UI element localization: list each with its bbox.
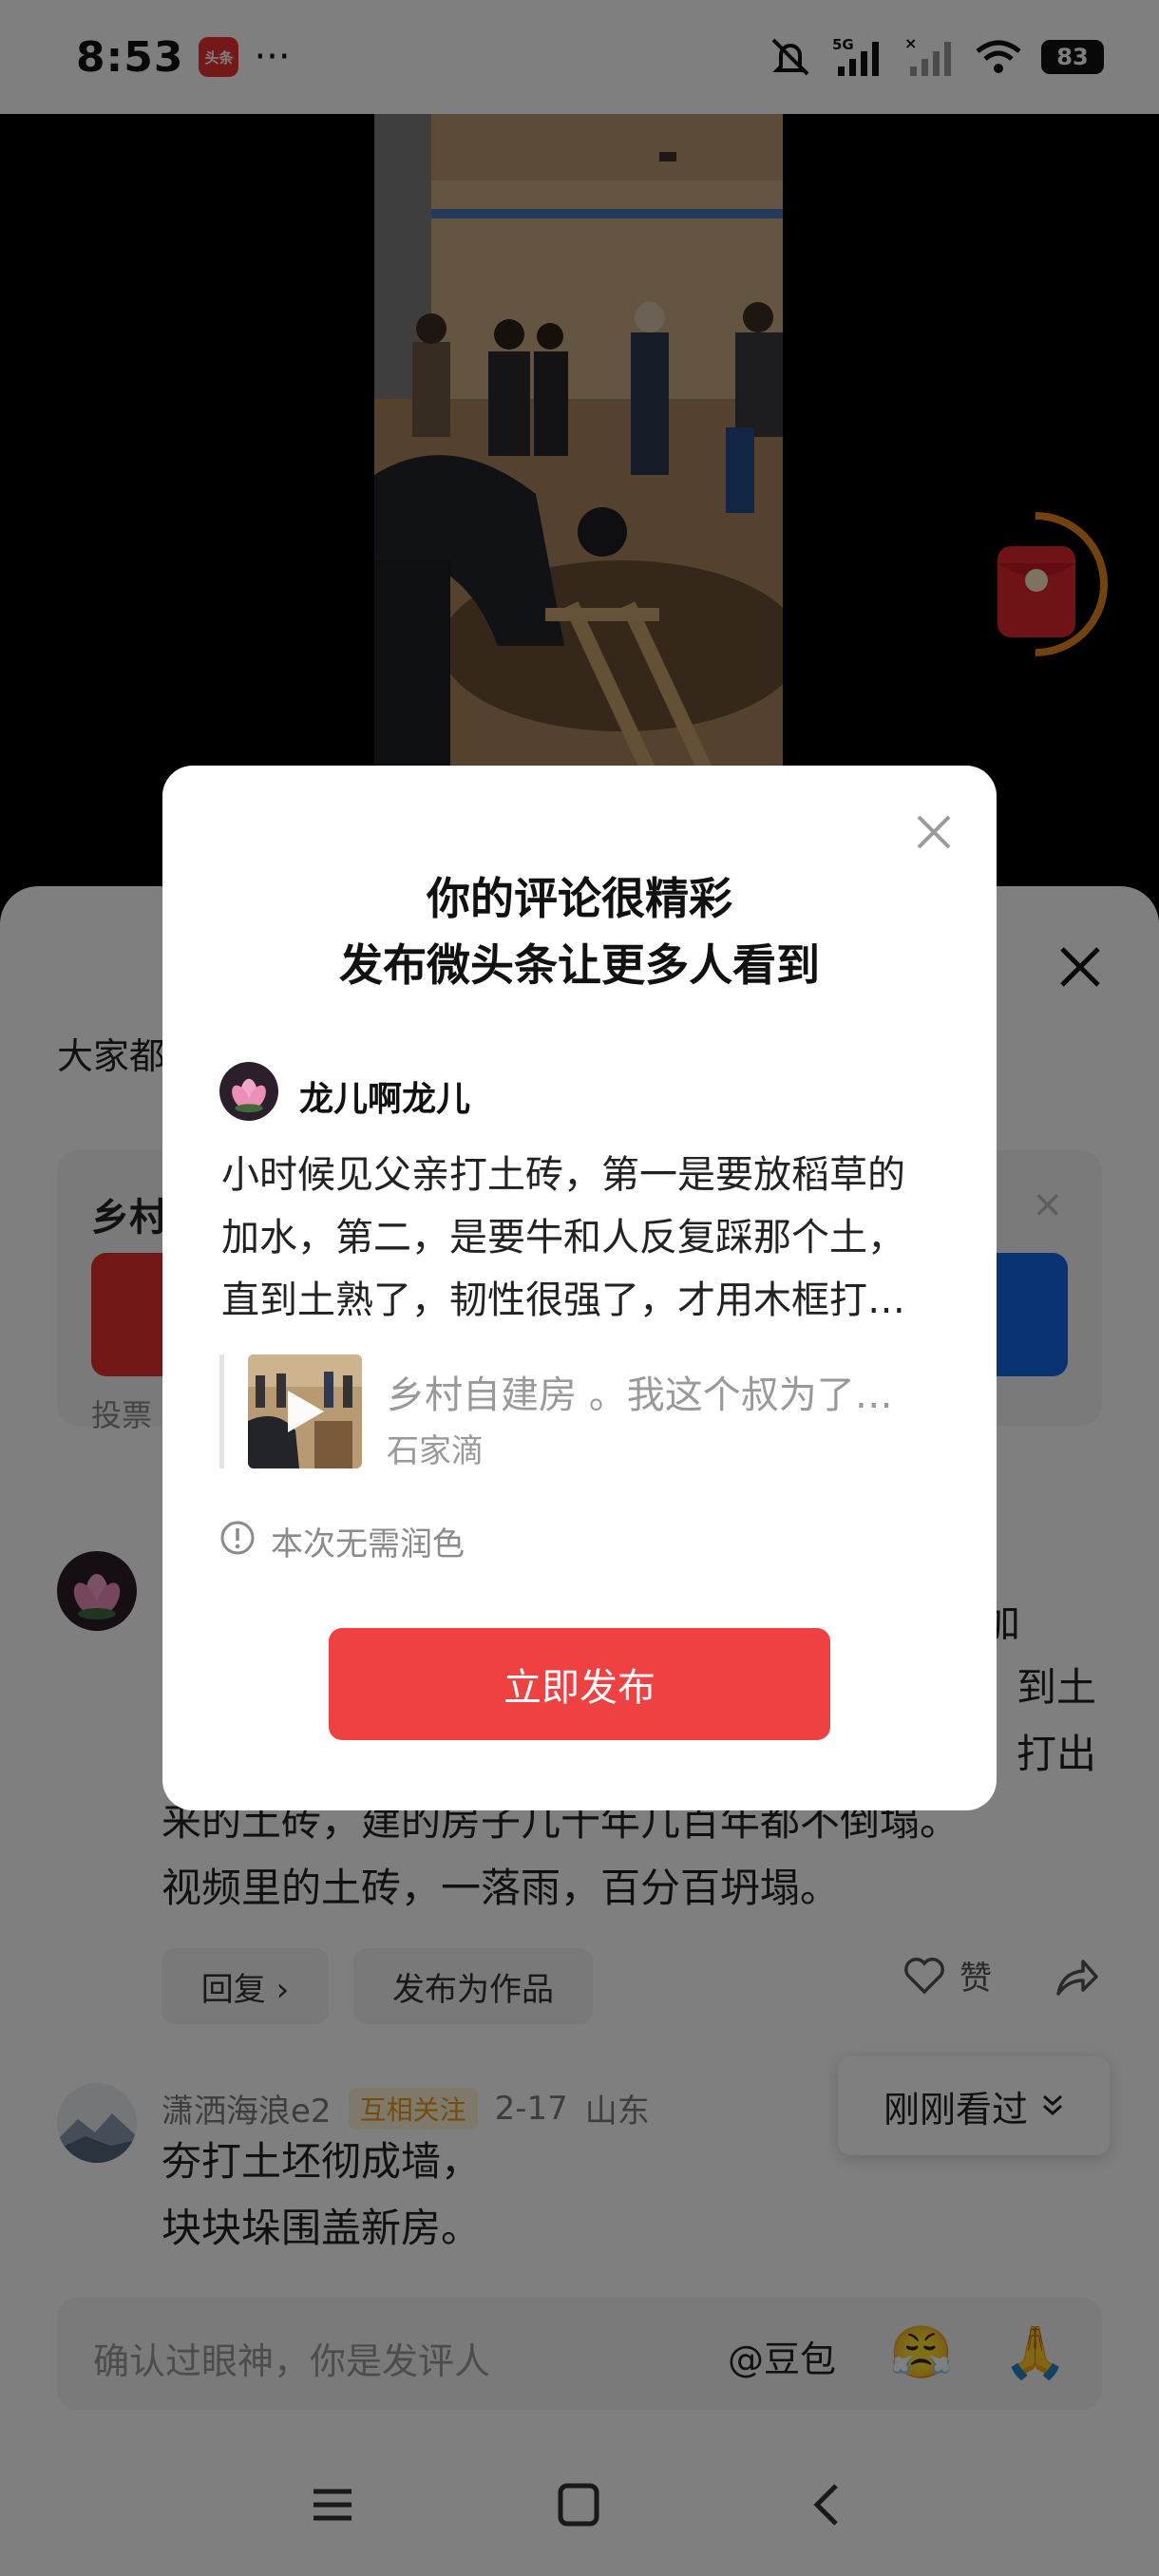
comment-preview-line: 直到土熟了，韧性很强了，才用木框打… bbox=[221, 1279, 905, 1322]
info-icon bbox=[220, 1521, 255, 1555]
avatar bbox=[219, 1062, 278, 1121]
polish-status-note: 本次无需润色 bbox=[271, 1525, 465, 1563]
quote-divider bbox=[219, 1354, 224, 1468]
close-icon[interactable] bbox=[913, 811, 955, 853]
quoted-video-title: 乡村自建房 。我这个叔为了… bbox=[387, 1373, 893, 1417]
video-thumbnail bbox=[248, 1354, 362, 1468]
dialog-subtitle: 发布微头条让更多人看到 bbox=[339, 939, 820, 991]
quoted-video-author: 石家滴 bbox=[387, 1432, 484, 1470]
dialog-title: 你的评论很精彩 bbox=[427, 873, 732, 924]
publish-weitoutiao-dialog: 你的评论很精彩 发布微头条让更多人看到 龙儿啊龙儿 小时候见父亲打土砖，第一是要… bbox=[162, 766, 997, 1810]
author-name: 龙儿啊龙儿 bbox=[299, 1080, 471, 1119]
comment-preview-line: 小时候见父亲打土砖，第一是要放稻草的 bbox=[221, 1153, 905, 1197]
publish-now-button[interactable]: 立即发布 bbox=[329, 1628, 830, 1740]
comment-preview-line: 加水，第二，是要牛和人反复踩那个土， bbox=[221, 1216, 905, 1260]
